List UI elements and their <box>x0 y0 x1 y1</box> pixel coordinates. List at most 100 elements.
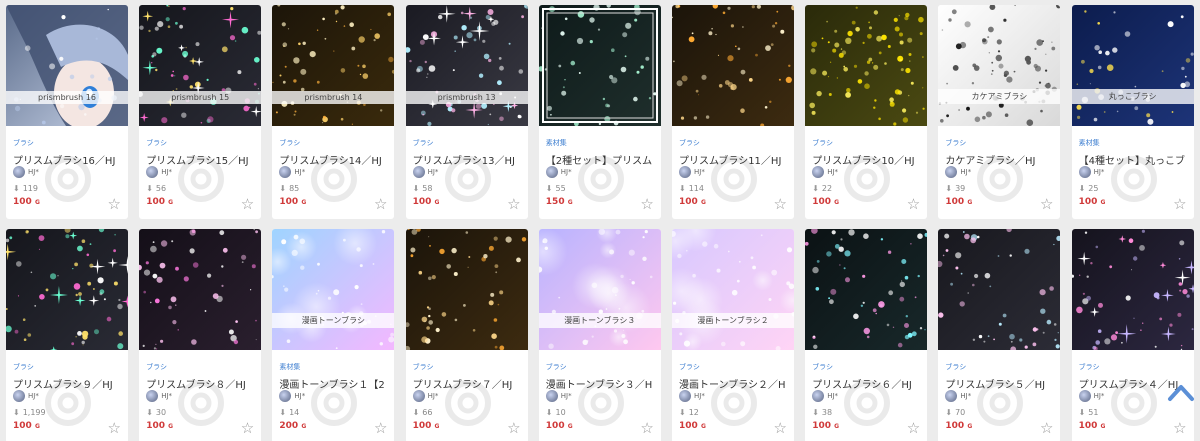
product-category[interactable]: ブラシ <box>13 138 34 148</box>
favorite-button[interactable]: ☆ <box>774 421 787 436</box>
product-thumbnail[interactable] <box>805 5 928 126</box>
product-title[interactable]: プリスムブラシ７／HJ <box>413 376 525 391</box>
product-card[interactable]: ブラシ プリスムブラシ６／HJ HJ* ⬇ 38 100 G ☆ <box>805 229 928 441</box>
product-card[interactable]: prismbrush 13 ブラシ プリスムブラシ13／HJ HJ* ⬇ 58 100 G ☆ <box>405 5 528 219</box>
product-author[interactable]: HJ* <box>13 166 39 178</box>
product-title[interactable]: 【4種セット】丸っこブ <box>1079 152 1191 167</box>
product-category[interactable]: ブラシ <box>146 138 167 148</box>
product-category[interactable]: ブラシ <box>812 362 833 372</box>
favorite-button[interactable]: ☆ <box>1040 197 1053 212</box>
favorite-button[interactable]: ☆ <box>1040 421 1053 436</box>
product-title[interactable]: プリスムブラシ13／HJ <box>413 152 525 167</box>
product-category[interactable]: ブラシ <box>146 362 167 372</box>
product-title[interactable]: プリスムブラシ14／HJ <box>279 152 391 167</box>
product-title[interactable]: 【2種セット】プリスム <box>546 152 658 167</box>
product-title[interactable]: プリスムブラシ11／HJ <box>679 152 791 167</box>
product-card[interactable]: prismbrush 14 ブラシ プリスムブラシ14／HJ HJ* ⬇ 85 100 G ☆ <box>272 5 395 219</box>
product-thumbnail[interactable] <box>1071 229 1194 350</box>
product-author[interactable]: HJ* <box>146 166 172 178</box>
product-category[interactable]: ブラシ <box>546 362 567 372</box>
favorite-button[interactable]: ☆ <box>241 421 254 436</box>
product-card[interactable]: prismbrush 16 ブラシ プリスムブラシ16／HJ HJ* ⬇ 119 100 G… <box>6 5 128 219</box>
favorite-button[interactable]: ☆ <box>1173 421 1186 436</box>
product-title[interactable]: カケアミブラシ／HJ <box>945 152 1057 167</box>
product-card[interactable]: 漫画トーンブラシ２ ブラシ 漫画トーンブラシ２／H HJ* ⬇ 12 100 G ☆ <box>672 229 794 441</box>
favorite-button[interactable]: ☆ <box>108 197 121 212</box>
product-author[interactable]: HJ* <box>679 166 705 178</box>
product-author[interactable]: HJ* <box>412 166 438 178</box>
product-author[interactable]: HJ* <box>545 166 572 178</box>
product-title[interactable]: 漫画トーンブラシ２／H <box>679 376 791 391</box>
product-title[interactable]: 漫画トーンブラシ１【2 <box>279 376 391 391</box>
product-card[interactable]: ブラシ プリスムブラシ９／HJ HJ* ⬇ 1,199 100 G ☆ <box>6 229 128 441</box>
product-thumbnail[interactable] <box>538 5 661 126</box>
favorite-button[interactable]: ☆ <box>374 197 387 212</box>
product-author[interactable]: HJ* <box>279 390 305 402</box>
product-category[interactable]: ブラシ <box>413 362 434 372</box>
product-thumbnail[interactable]: prismbrush 15 <box>139 5 262 126</box>
product-thumbnail[interactable] <box>139 229 262 350</box>
product-author[interactable]: HJ* <box>545 390 572 402</box>
product-title[interactable]: プリスムブラシ10／HJ <box>812 152 924 167</box>
favorite-button[interactable]: ☆ <box>1173 197 1186 212</box>
product-card[interactable]: 漫画トーンブラシ３ ブラシ 漫画トーンブラシ３／H HJ* ⬇ 10 100 G ☆ <box>538 229 661 441</box>
product-thumbnail[interactable]: prismbrush 14 <box>272 5 395 126</box>
favorite-button[interactable]: ☆ <box>907 197 920 212</box>
product-category[interactable]: ブラシ <box>679 362 700 372</box>
product-author[interactable]: HJ* <box>412 390 438 402</box>
product-category[interactable]: ブラシ <box>13 362 34 372</box>
product-card[interactable]: ブラシ プリスムブラシ８／HJ HJ* ⬇ 30 100 G ☆ <box>139 229 262 441</box>
product-card[interactable]: ブラシ プリスムブラシ５／HJ HJ* ⬇ 70 100 G ☆ <box>938 229 1061 441</box>
product-card[interactable]: ブラシ プリスムブラシ７／HJ HJ* ⬇ 66 100 G ☆ <box>405 229 528 441</box>
product-title[interactable]: プリスムブラシ６／HJ <box>812 376 924 391</box>
product-card[interactable]: 素材集 【2種セット】プリスム HJ* ⬇ 55 150 G ☆ <box>538 5 661 219</box>
product-thumbnail[interactable]: prismbrush 16 <box>6 5 128 126</box>
product-thumbnail[interactable] <box>6 229 128 350</box>
favorite-button[interactable]: ☆ <box>640 197 653 212</box>
product-title[interactable]: プリスムブラシ８／HJ <box>146 376 258 391</box>
product-category[interactable]: 素材集 <box>279 362 300 372</box>
product-category[interactable]: 素材集 <box>546 138 567 148</box>
product-thumbnail[interactable]: 漫画トーンブラシ２ <box>672 229 794 350</box>
favorite-button[interactable]: ☆ <box>507 197 520 212</box>
product-category[interactable]: ブラシ <box>945 362 966 372</box>
product-title[interactable]: プリスムブラシ15／HJ <box>146 152 258 167</box>
product-card[interactable]: 漫画トーンブラシ 素材集 漫画トーンブラシ１【2 HJ* ⬇ 14 200 G ☆ <box>272 229 395 441</box>
product-author[interactable]: HJ* <box>812 166 838 178</box>
product-author[interactable]: HJ* <box>679 390 705 402</box>
favorite-button[interactable]: ☆ <box>108 421 121 436</box>
product-category[interactable]: ブラシ <box>812 138 833 148</box>
favorite-button[interactable]: ☆ <box>774 197 787 212</box>
product-thumbnail[interactable]: 丸っこブラシ <box>1071 5 1194 126</box>
product-author[interactable]: HJ* <box>146 390 172 402</box>
product-thumbnail[interactable] <box>938 229 1061 350</box>
product-category[interactable]: ブラシ <box>679 138 700 148</box>
product-card[interactable]: prismbrush 15 ブラシ プリスムブラシ15／HJ HJ* ⬇ 56 100 G ☆ <box>139 5 262 219</box>
product-card[interactable]: カケアミブラシ ブラシ カケアミブラシ／HJ HJ* ⬇ 39 100 G ☆ <box>938 5 1061 219</box>
product-thumbnail[interactable] <box>672 5 794 126</box>
product-category[interactable]: ブラシ <box>413 138 434 148</box>
product-title[interactable]: プリスムブラシ９／HJ <box>13 376 125 391</box>
favorite-button[interactable]: ☆ <box>507 421 520 436</box>
product-thumbnail[interactable]: prismbrush 13 <box>405 5 528 126</box>
product-title[interactable]: 漫画トーンブラシ３／H <box>546 376 658 391</box>
product-card[interactable]: ブラシ プリスムブラシ10／HJ HJ* ⬇ 22 100 G ☆ <box>805 5 928 219</box>
product-category[interactable]: ブラシ <box>945 138 966 148</box>
product-category[interactable]: 素材集 <box>1079 138 1100 148</box>
product-title[interactable]: プリスムブラシ５／HJ <box>945 376 1057 391</box>
scroll-top-button[interactable] <box>1167 381 1195 407</box>
product-thumbnail[interactable] <box>805 229 928 350</box>
product-author[interactable]: HJ* <box>945 390 971 402</box>
product-card[interactable]: ブラシ プリスムブラシ４／HJ HJ* ⬇ 51 100 G ☆ <box>1071 229 1194 441</box>
product-author[interactable]: HJ* <box>1078 166 1104 178</box>
product-author[interactable]: HJ* <box>13 390 39 402</box>
product-thumbnail[interactable] <box>405 229 528 350</box>
product-category[interactable]: ブラシ <box>279 138 300 148</box>
favorite-button[interactable]: ☆ <box>907 421 920 436</box>
product-author[interactable]: HJ* <box>279 166 305 178</box>
product-thumbnail[interactable]: 漫画トーンブラシ <box>272 229 395 350</box>
product-thumbnail[interactable]: カケアミブラシ <box>938 5 1061 126</box>
product-author[interactable]: HJ* <box>945 166 971 178</box>
product-title[interactable]: プリスムブラシ16／HJ <box>13 152 125 167</box>
favorite-button[interactable]: ☆ <box>640 421 653 436</box>
